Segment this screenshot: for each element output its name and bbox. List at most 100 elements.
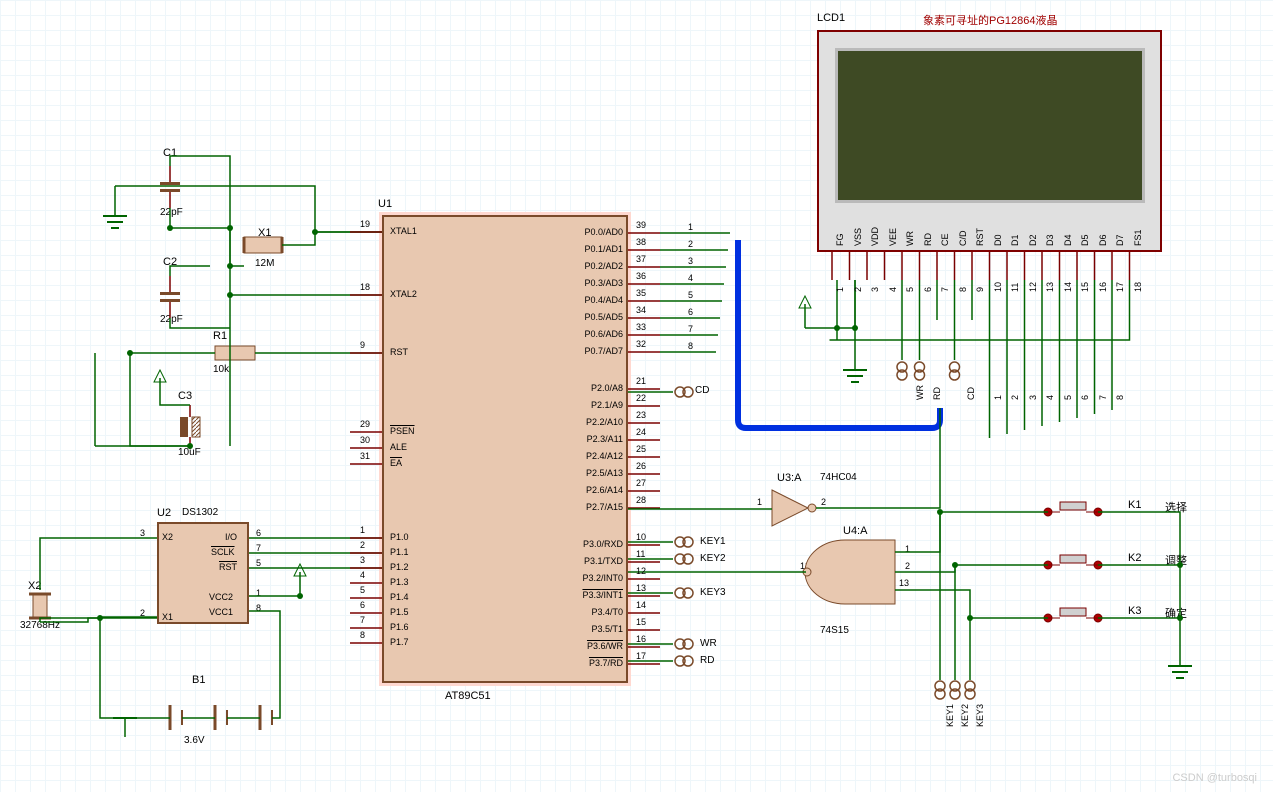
lcd-pin-name: D1 bbox=[1010, 234, 1020, 246]
net-rd: RD bbox=[700, 655, 714, 666]
key-k2[interactable] bbox=[1044, 555, 1102, 569]
lcd-pin-num: 15 bbox=[1080, 282, 1090, 292]
lcd-pin-name: D6 bbox=[1098, 234, 1108, 246]
lcd-pin-num: 10 bbox=[993, 282, 1003, 292]
u1-left-pin-num: 2 bbox=[360, 540, 365, 550]
ground-lcd-left bbox=[843, 340, 867, 382]
lcd-data-label: 5 bbox=[1063, 395, 1073, 400]
u1-right-pin-name: P0.1/AD1 bbox=[563, 244, 623, 254]
u2-ref: U2 bbox=[157, 507, 171, 519]
lcd-pin-name: WR bbox=[905, 231, 915, 246]
lcd-pin-name: D2 bbox=[1028, 234, 1038, 246]
lcd-pin-name: D4 bbox=[1063, 234, 1073, 246]
u2-n-x2: 3 bbox=[140, 528, 145, 538]
r1-symbol bbox=[215, 346, 255, 360]
r1-val: 10k bbox=[213, 364, 229, 375]
lcd-pin-num: 18 bbox=[1133, 282, 1143, 292]
lcd-pin-num: 17 bbox=[1115, 282, 1125, 292]
u1-right-pin-num: 16 bbox=[636, 634, 646, 644]
u1-right-pin-name: P0.5/AD5 bbox=[563, 312, 623, 322]
lcd-pin-name: VSS bbox=[853, 228, 863, 246]
lcd-ref: LCD1 bbox=[817, 12, 845, 24]
ground-keys bbox=[1168, 636, 1192, 678]
u1-right-pin-name: P0.6/AD6 bbox=[563, 329, 623, 339]
net-key2: KEY2 bbox=[700, 553, 726, 564]
vcc-u2 bbox=[294, 564, 306, 596]
u3-ref: U3:A bbox=[777, 472, 801, 484]
u1-right-pin-name: P3.5/T1 bbox=[563, 624, 623, 634]
u1-left-pin-num: 29 bbox=[360, 419, 370, 429]
u1-left-pin-num: 19 bbox=[360, 219, 370, 229]
u1-right-pin-name: P0.2/AD2 bbox=[563, 261, 623, 271]
u1-left-pin-name: P1.6 bbox=[390, 622, 409, 632]
u1-right-pin-name: P2.0/A8 bbox=[563, 383, 623, 393]
x2-val: 32768Hz bbox=[20, 620, 60, 631]
lcd-data-label: 6 bbox=[1080, 395, 1090, 400]
lcd-pin-name: D0 bbox=[993, 234, 1003, 246]
x1-symbol bbox=[244, 237, 282, 253]
key-net-2: KEY2 bbox=[960, 704, 970, 727]
u1-right-pin-num: 25 bbox=[636, 444, 646, 454]
u1-right-pin-num: 33 bbox=[636, 322, 646, 332]
u2-n-x1: 2 bbox=[140, 608, 145, 618]
u2-n-vcc2: 1 bbox=[256, 588, 261, 598]
c2-symbol bbox=[160, 276, 180, 318]
u1-right-pin-name: P3.6/WR bbox=[563, 641, 623, 651]
lcd-data-label: 4 bbox=[1045, 395, 1055, 400]
lcd-pin-name: RST bbox=[975, 228, 985, 246]
lcd-pin-num: 11 bbox=[1010, 283, 1020, 292]
u4-part: 74S15 bbox=[820, 625, 849, 636]
lcd-data-label: 8 bbox=[1115, 395, 1125, 400]
u1-right-pin-name: P0.0/AD0 bbox=[563, 227, 623, 237]
u1-left-pin-name: P1.0 bbox=[390, 532, 409, 542]
u1-left-pin-num: 9 bbox=[360, 340, 365, 350]
lcd-pin-name: CE bbox=[940, 233, 950, 246]
watermark: CSDN @turbosqi bbox=[1172, 772, 1257, 784]
u1-right-pin-num: 17 bbox=[636, 651, 646, 661]
u1-left-pin-name: RST bbox=[390, 347, 408, 357]
u1-right-pin-num: 34 bbox=[636, 305, 646, 315]
u1-right-pin-name: P0.3/AD3 bbox=[563, 278, 623, 288]
x1-val: 12M bbox=[255, 258, 274, 269]
u1-right-pin-name: P2.7/A15 bbox=[563, 502, 623, 512]
u1-right-pin-num: 37 bbox=[636, 254, 646, 264]
u1-right-pin-num: 27 bbox=[636, 478, 646, 488]
k2-label: 调整 bbox=[1165, 552, 1187, 568]
u1-right-pin-num: 12 bbox=[636, 566, 646, 576]
x1-ref: X1 bbox=[258, 227, 271, 239]
vcc-c3 bbox=[154, 370, 166, 400]
u4-ref: U4:A bbox=[843, 525, 867, 537]
u1-right-pin-num: 22 bbox=[636, 393, 646, 403]
b1-val: 3.6V bbox=[184, 735, 205, 746]
lcd-pin-name: FG bbox=[835, 234, 845, 247]
c3-symbol bbox=[180, 405, 200, 449]
ground-left bbox=[103, 186, 127, 228]
u1-left-pin-num: 6 bbox=[360, 600, 365, 610]
u1-right-pin-num: 10 bbox=[636, 532, 646, 542]
lcd-pin-num: 12 bbox=[1028, 282, 1038, 292]
lcd-pin-num: 1 bbox=[835, 287, 845, 292]
u1-right-pin-name: P3.2/INT0 bbox=[563, 573, 623, 583]
u1-right-pin-num: 35 bbox=[636, 288, 646, 298]
u1-right-pin-num: 21 bbox=[636, 376, 646, 386]
u1-left-pin-num: 8 bbox=[360, 630, 365, 640]
u4-pin1: 1 bbox=[905, 544, 910, 554]
k3-ref: K3 bbox=[1128, 605, 1141, 617]
u4-pin13: 13 bbox=[899, 578, 909, 588]
u1-right-pin-name: P2.2/A10 bbox=[563, 417, 623, 427]
r1-ref: R1 bbox=[213, 330, 227, 342]
k3-label: 确定 bbox=[1165, 605, 1187, 621]
key-k1[interactable] bbox=[1044, 502, 1102, 516]
u1-right-pin-name: P0.7/AD7 bbox=[563, 346, 623, 356]
u1-left-pin-name: EA bbox=[390, 458, 402, 468]
bus-num: 2 bbox=[688, 239, 693, 249]
u1-part: AT89C51 bbox=[445, 690, 491, 702]
u1-right-pin-num: 24 bbox=[636, 427, 646, 437]
lcd-pin-name: D3 bbox=[1045, 234, 1055, 246]
u1-left-pin-num: 31 bbox=[360, 451, 370, 461]
lcd-pin-name: FS1 bbox=[1133, 229, 1143, 246]
key-k3[interactable] bbox=[1044, 608, 1102, 622]
lcd-pin-num: 2 bbox=[853, 287, 863, 292]
u1-left-pin-name: XTAL2 bbox=[390, 289, 417, 299]
u1-right-pin-name: P3.1/TXD bbox=[563, 556, 623, 566]
